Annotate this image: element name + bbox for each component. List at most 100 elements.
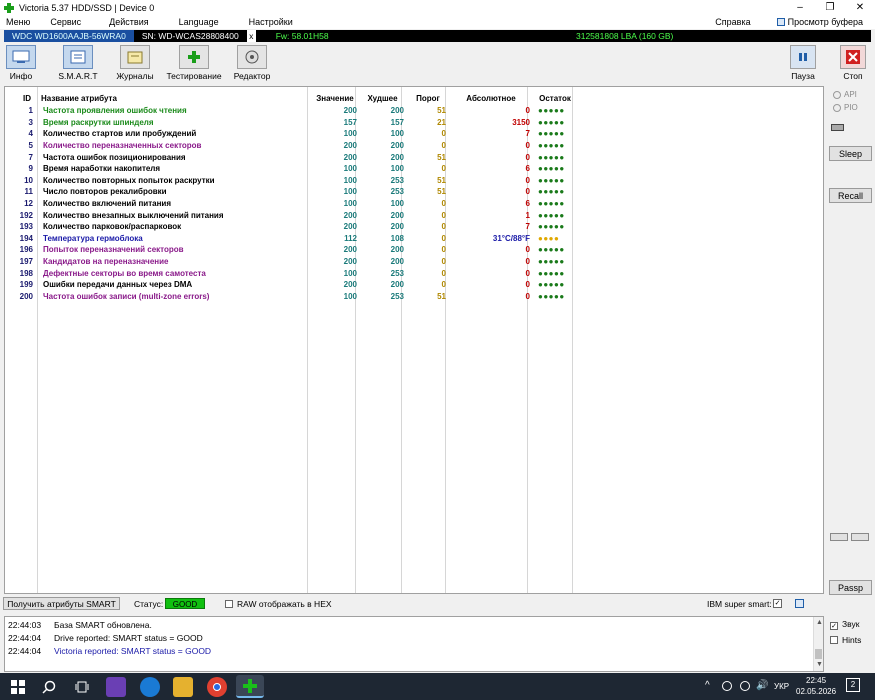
- close-button[interactable]: ✕: [845, 0, 875, 15]
- menu-actions[interactable]: Действия: [103, 17, 154, 27]
- sound-checkbox[interactable]: ✓: [830, 622, 838, 630]
- log-scrollbar[interactable]: ▲ ▼: [813, 617, 823, 671]
- attr-value: 200: [343, 106, 357, 116]
- col-remain[interactable]: Остаток: [532, 91, 578, 105]
- col-name[interactable]: Название атрибута: [37, 91, 311, 105]
- api-radio-circle[interactable]: [833, 90, 841, 99]
- table-row[interactable]: 198 Дефектные секторы во время самотеста 1…: [5, 267, 578, 279]
- table-row[interactable]: 193 Количество парковок/распарковок 200 200…: [5, 221, 578, 233]
- testing-button[interactable]: Тестирование: [165, 45, 223, 81]
- ibm-super-smart-checkbox[interactable]: ✓: [773, 599, 782, 608]
- attr-name: Количество повторных попыток раскрутки: [43, 175, 215, 185]
- device-model[interactable]: WDC WD1600AAJB-56WRA0: [4, 30, 134, 42]
- attr-name: Частота ошибок позиционирования: [43, 152, 186, 162]
- menu-help[interactable]: Справка: [709, 17, 756, 27]
- menu-language[interactable]: Language: [173, 17, 225, 27]
- edge-icon[interactable]: [140, 677, 160, 697]
- volume-icon[interactable]: 🔊: [756, 680, 768, 691]
- table-row[interactable]: 9 Время наработки накопителя 100 100 0 6 ●●●●●: [5, 163, 578, 175]
- smart-button[interactable]: S.M.A.R.T: [57, 45, 99, 81]
- sound-toggle[interactable]: ✓ Звук: [830, 619, 861, 630]
- minimize-button[interactable]: –: [785, 0, 815, 15]
- scroll-down-icon[interactable]: ▼: [816, 661, 823, 668]
- maximize-button[interactable]: ❐: [815, 0, 845, 15]
- table-row[interactable]: 3 Время раскрутки шпинделя 157 157 21 3150 ●●●…: [5, 117, 578, 129]
- pio-radio[interactable]: PIO: [833, 103, 875, 112]
- attr-threshold: 0: [441, 280, 446, 290]
- col-raw[interactable]: Абсолютное: [450, 91, 532, 105]
- attr-worst: 100: [390, 129, 404, 139]
- smart-button-label: S.M.A.R.T: [58, 71, 98, 81]
- table-row[interactable]: 194 Температура гермоблока 112 108 0 31°C/88°…: [5, 233, 578, 245]
- clock[interactable]: 22:45 02.05.2026: [796, 675, 836, 697]
- raw-hex-toggle[interactable]: RAW отображать в HEX: [225, 599, 332, 609]
- menu-service[interactable]: Сервис: [44, 17, 87, 27]
- table-row[interactable]: 5 Количество переназначенных секторов 200 2…: [5, 140, 578, 152]
- title-bar: Victoria 5.37 HDD/SSD | Device 0 – ❐ ✕: [0, 0, 875, 15]
- chrome-icon[interactable]: [207, 677, 227, 697]
- file-explorer-icon[interactable]: [173, 677, 193, 697]
- notification-icon[interactable]: 2: [846, 678, 860, 692]
- get-smart-button[interactable]: Получить атрибуты SMART: [3, 597, 120, 610]
- table-row[interactable]: 1 Частота проявления ошибок чтения 200 200 5…: [5, 105, 578, 117]
- log-panel[interactable]: 22:44:03 База SMART обновлена. 22:44:04 Dr…: [4, 616, 824, 672]
- stop-button[interactable]: Стоп: [839, 45, 867, 81]
- api-radio[interactable]: API: [833, 90, 875, 99]
- attr-value: 100: [343, 199, 357, 209]
- table-row[interactable]: 192 Количество внезапных выключений питан…: [5, 209, 578, 221]
- menu-settings[interactable]: Настройки: [243, 17, 299, 27]
- pio-radio-circle[interactable]: [833, 103, 841, 112]
- attr-threshold: 0: [441, 233, 446, 243]
- passp-button[interactable]: Passp: [829, 580, 872, 595]
- table-row[interactable]: 12 Количество включений питания 100 100 0 6 ●●…: [5, 198, 578, 210]
- sleep-button[interactable]: Sleep: [829, 146, 872, 161]
- tray-up-icon[interactable]: ^: [705, 680, 710, 691]
- table-row[interactable]: 4 Количество стартов или пробуждений 100 10…: [5, 128, 578, 140]
- port-indicator[interactable]: [831, 124, 844, 131]
- editor-button[interactable]: Редактор: [232, 45, 272, 81]
- attr-threshold: 0: [441, 164, 446, 174]
- col-threshold[interactable]: Порог: [406, 91, 450, 105]
- table-row[interactable]: 196 Попыток переназначений секторов 200 200…: [5, 244, 578, 256]
- copilot-icon[interactable]: [106, 677, 126, 697]
- menu-main[interactable]: Меню: [0, 17, 36, 27]
- hints-checkbox[interactable]: [830, 636, 838, 644]
- buffer-view-checkbox[interactable]: [776, 18, 785, 26]
- log-time: 22:44:04: [8, 633, 42, 643]
- recall-button[interactable]: Recall: [829, 188, 872, 203]
- search-icon[interactable]: [39, 677, 59, 697]
- table-row[interactable]: 200 Частота ошибок записи (multi-zone err…: [5, 291, 578, 303]
- journal-button[interactable]: Журналы: [114, 45, 156, 81]
- table-row[interactable]: 7 Частота ошибок позиционирования 200 200 51…: [5, 151, 578, 163]
- tray-onedrive-icon[interactable]: [722, 681, 732, 691]
- windows-start-icon[interactable]: [8, 677, 28, 697]
- attr-raw: 0: [525, 268, 530, 278]
- attr-id: 193: [19, 222, 33, 232]
- scroll-thumb[interactable]: [815, 649, 822, 659]
- table-row[interactable]: 10 Количество повторных попыток раскрутки…: [5, 175, 578, 187]
- device-close-button[interactable]: x: [246, 30, 256, 42]
- table-row[interactable]: 199 Ошибки передачи данных через DMA 200 20…: [5, 279, 578, 291]
- col-id[interactable]: ID: [5, 91, 37, 105]
- task-view-icon[interactable]: [72, 677, 92, 697]
- table-row[interactable]: 197 Кандидатов на переназначение 200 200 0 0 ●…: [5, 256, 578, 268]
- raw-hex-checkbox[interactable]: [225, 600, 233, 608]
- victoria-taskbar-icon[interactable]: [236, 675, 264, 698]
- tray-network-icon[interactable]: [740, 681, 750, 691]
- hints-toggle[interactable]: Hints: [830, 635, 861, 645]
- small-button-left[interactable]: [830, 533, 848, 541]
- attr-id: 3: [28, 117, 33, 127]
- small-button-right[interactable]: [851, 533, 869, 541]
- table-row[interactable]: 11 Число повторов рекалибровки 100 253 51 0 ●●…: [5, 186, 578, 198]
- col-value[interactable]: Значение: [311, 91, 359, 105]
- language-indicator[interactable]: УКР: [774, 682, 789, 691]
- scroll-up-icon[interactable]: ▲: [816, 619, 823, 626]
- buffer-view-toggle[interactable]: Просмотр буфера: [771, 17, 869, 27]
- col-worst[interactable]: Худшее: [359, 91, 406, 105]
- attr-raw: 0: [525, 187, 530, 197]
- info-button[interactable]: Инфо: [5, 45, 37, 81]
- pause-button[interactable]: Пауза: [789, 45, 817, 81]
- attr-name: Кандидатов на переназначение: [43, 257, 169, 267]
- smart-grid[interactable]: ID Название атрибута Значение Худшее Пор…: [4, 86, 824, 594]
- attr-worst: 200: [390, 106, 404, 116]
